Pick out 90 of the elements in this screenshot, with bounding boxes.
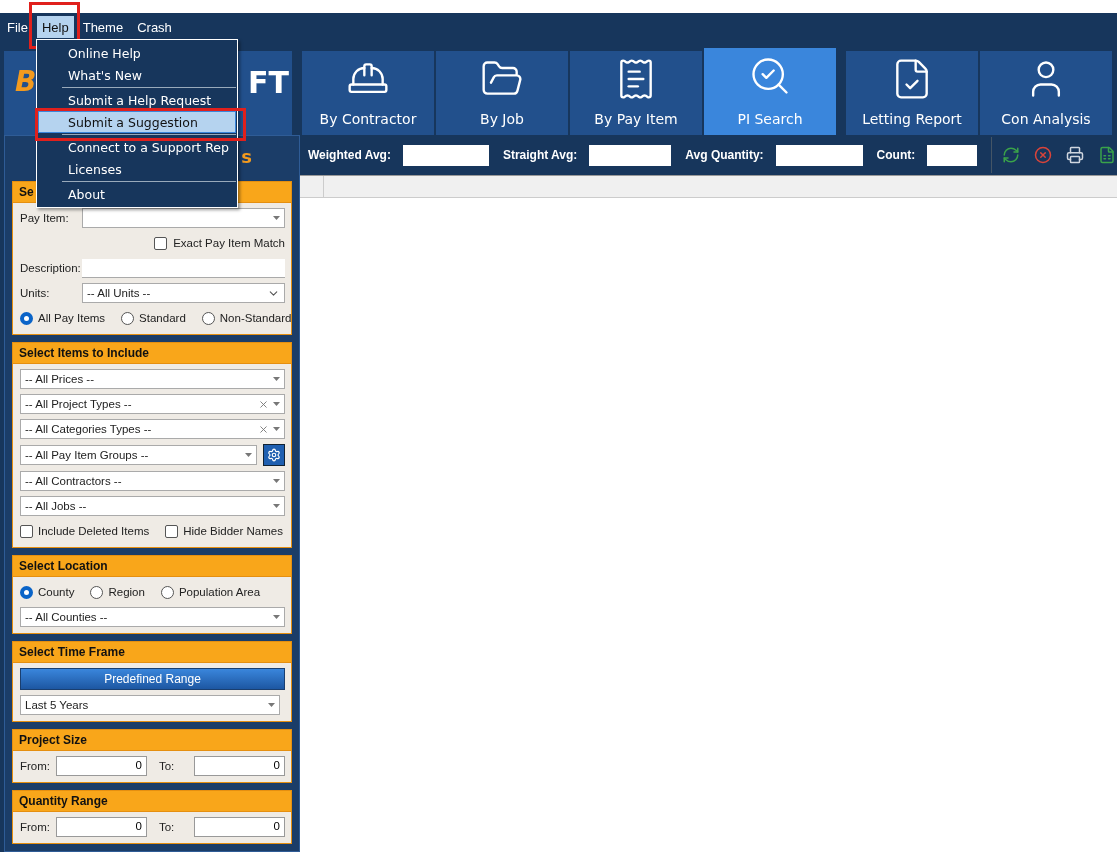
section-header: Project Size <box>13 730 291 751</box>
menu-item[interactable]: Licenses <box>38 158 236 180</box>
section-header: Select Location <box>13 556 291 577</box>
dropdown-arrow-icon[interactable] <box>273 479 280 483</box>
dropdown-combo[interactable]: -- All Jobs -- <box>20 496 285 516</box>
dropdown-arrow-icon[interactable] <box>273 402 280 406</box>
cancel-icon[interactable] <box>1034 146 1053 164</box>
settings-button[interactable] <box>263 444 285 466</box>
stat-field[interactable] <box>589 144 672 166</box>
input-field[interactable]: 0 <box>56 817 147 837</box>
dropdown-arrow-icon[interactable] <box>273 504 280 508</box>
input-field[interactable]: 0 <box>56 756 147 776</box>
field-label: From: <box>20 821 50 833</box>
radio-button[interactable] <box>201 311 215 325</box>
input-field[interactable]: 0 <box>194 756 285 776</box>
dropdown-combo[interactable]: Last 5 Years <box>20 695 280 715</box>
radio-button[interactable] <box>160 585 174 599</box>
units-select[interactable]: -- All Units -- <box>82 283 285 303</box>
radio-button[interactable] <box>20 311 33 325</box>
checkbox[interactable] <box>165 524 179 538</box>
checkbox-label: Include Deleted Items <box>38 525 150 537</box>
checkbox[interactable] <box>20 524 33 538</box>
section-header: Quantity Range <box>13 791 291 812</box>
sidebar-title: s <box>241 148 252 166</box>
menu-item[interactable]: Connect to a Support Rep <box>38 136 236 158</box>
section-header: Select Items to Include <box>13 343 291 364</box>
nav-tab[interactable]: PI Search <box>704 48 836 135</box>
predefined-range-button[interactable]: Predefined Range <box>20 668 285 690</box>
nav-tab[interactable]: Letting Report <box>846 51 978 135</box>
nav-tab[interactable]: By Pay Item <box>570 51 702 135</box>
radio-label: Non-Standard <box>219 312 292 324</box>
stat-field[interactable] <box>927 144 978 166</box>
dropdown-arrow-icon[interactable] <box>268 703 275 707</box>
menu-title[interactable]: Help <box>36 15 74 38</box>
field-label: To: <box>158 760 176 772</box>
dropdown-combo[interactable]: -- All Categories Types -- <box>20 419 285 439</box>
stat-label: Count: <box>876 148 916 162</box>
logo-letter: B <box>15 68 37 96</box>
radio-button[interactable] <box>121 311 135 325</box>
checkbox-label: Exact Pay Item Match <box>173 237 285 249</box>
field-label: To: <box>158 821 176 833</box>
nav-tab[interactable]: By Contractor <box>302 51 434 135</box>
menu-item[interactable]: Submit a Suggestion <box>38 111 236 133</box>
dropdown-arrow-icon[interactable] <box>273 615 280 619</box>
menu-item[interactable]: Online Help <box>38 42 236 64</box>
printer-icon[interactable] <box>1066 146 1085 164</box>
spreadsheet-icon[interactable] <box>1098 146 1117 164</box>
dropdown-combo[interactable]: -- All Contractors -- <box>20 471 285 491</box>
field-label: Pay Item: <box>20 212 70 224</box>
dropdown-arrow-icon[interactable] <box>273 427 280 431</box>
dropdown-arrow-icon[interactable] <box>273 377 280 381</box>
dropdown-combo[interactable]: -- All Prices -- <box>20 369 285 389</box>
stat-label: Weighted Avg: <box>308 148 391 162</box>
input-field[interactable] <box>82 258 285 278</box>
clear-icon[interactable] <box>258 398 269 410</box>
dropdown-arrow-icon[interactable] <box>245 453 252 457</box>
menu-item[interactable]: What's New <box>38 64 236 86</box>
section-header: Select Time Frame <box>13 642 291 663</box>
radio-button[interactable] <box>20 585 33 599</box>
dropdown-combo[interactable]: -- All Project Types -- <box>20 394 285 414</box>
dropdown-combo[interactable]: -- All Counties -- <box>20 607 285 627</box>
field-label: Units: <box>20 287 51 299</box>
menu-title[interactable]: Theme <box>77 15 129 38</box>
menu-item[interactable]: Submit a Help Request <box>38 89 236 111</box>
radio-button[interactable] <box>90 585 104 599</box>
dropdown-arrow-icon[interactable] <box>273 216 280 220</box>
dropdown-combo[interactable]: -- All Pay Item Groups -- <box>20 445 257 465</box>
stat-field[interactable] <box>775 144 863 166</box>
radio-label: Region <box>108 586 145 598</box>
pay-item-combo[interactable] <box>82 208 285 228</box>
radio-label: Standard <box>139 312 186 324</box>
logo-letters: FT <box>248 68 289 98</box>
clear-icon[interactable] <box>258 423 269 435</box>
menu-title[interactable]: Crash <box>132 15 177 38</box>
stat-field[interactable] <box>402 144 489 166</box>
checkbox[interactable] <box>154 236 168 250</box>
settings-icon <box>267 448 281 462</box>
menu-item[interactable]: About <box>38 183 236 205</box>
radio-label: Population Area <box>178 586 261 598</box>
refresh-icon[interactable] <box>1002 146 1021 164</box>
stat-label: Avg Quantity: <box>685 148 764 162</box>
input-field[interactable]: 0 <box>194 817 285 837</box>
field-label: From: <box>20 760 50 772</box>
menu-title[interactable]: File <box>2 15 33 38</box>
nav-tab[interactable]: By Job <box>436 51 568 135</box>
radio-label: All Pay Items <box>38 312 106 324</box>
checkbox-label: Hide Bidder Names <box>183 525 283 537</box>
stat-label: Straight Avg: <box>502 148 578 162</box>
nav-tab[interactable]: Con Analysis <box>980 51 1112 135</box>
radio-label: County <box>38 586 75 598</box>
